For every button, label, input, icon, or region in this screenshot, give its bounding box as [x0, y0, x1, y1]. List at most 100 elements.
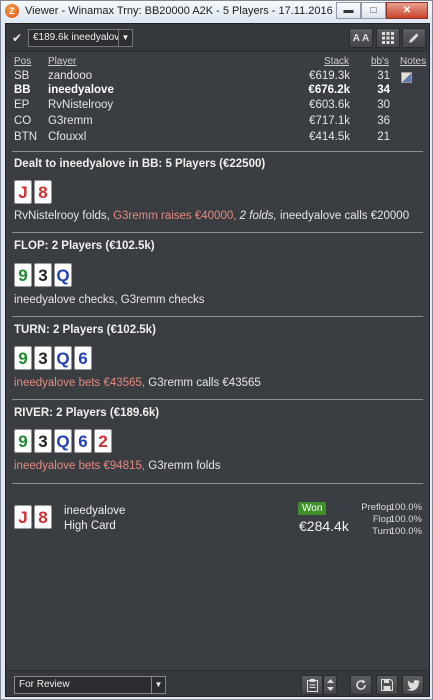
flop-cards: 93Q [14, 263, 72, 287]
title-bar[interactable]: Z Viewer - Winamax Trny: BB20000 A2K - 5… [1, 1, 432, 21]
river-title: RIVER: 2 Players (€189.6k) [14, 407, 160, 419]
river-actions: ineedyalove bets €94815, G3remm folds [14, 460, 221, 472]
stack-header: Stack [324, 56, 350, 67]
action-bet: ineedyalove bets €94815, [14, 460, 146, 472]
action-call: G3remm calls €43565 [148, 377, 261, 389]
player-bbs: 31 [377, 70, 390, 82]
player-header: Player [48, 56, 77, 67]
player-bbs: 30 [377, 99, 390, 111]
player-name: Cfouxxl [48, 131, 87, 143]
playing-card: Q [54, 429, 72, 453]
playing-card: 3 [34, 429, 52, 453]
won-badge: Won [298, 502, 327, 515]
action-raise: G3remm raises €40000, [113, 210, 237, 222]
stat-label: Turn: [372, 526, 394, 537]
chevron-down-icon: ▼ [118, 30, 132, 46]
won-amount: €284.4k [299, 518, 349, 534]
preflop-title: Dealt to ineedyalove in BB: 5 Players (€… [14, 158, 266, 170]
divider [12, 399, 423, 400]
player-row[interactable]: BB ineedyalove €676.2k 34 [14, 84, 422, 100]
account-select[interactable]: €189.6k ineedyalov ▼ [28, 29, 133, 47]
review-status-select[interactable]: For Review ▼ [14, 676, 166, 694]
pos-header: Pos [14, 56, 32, 67]
playing-card: Q [54, 346, 72, 370]
player-row[interactable]: EP RvNistelrooy €603.6k 30 [14, 99, 422, 115]
player-row[interactable]: CO G3remm €717.1k 36 [14, 115, 422, 131]
twitter-share-button[interactable] [402, 675, 424, 695]
playing-card: 8 [34, 180, 52, 204]
player-stack: €414.5k [309, 131, 350, 143]
playing-card: 9 [14, 263, 32, 287]
bbs-header: bb's [371, 56, 390, 67]
stat-label: Preflop: [361, 502, 394, 513]
save-button[interactable] [376, 675, 398, 695]
checkmark-icon[interactable]: ✔ [12, 32, 24, 44]
playing-card: Q [54, 263, 72, 287]
action-call: ineedyalove calls €20000 [279, 210, 410, 222]
floppy-disk-icon [381, 679, 393, 691]
sort-stepper[interactable] [323, 675, 337, 695]
close-icon: ✕ [402, 5, 412, 16]
stat-value: 100.0% [389, 514, 422, 525]
replay-button[interactable] [350, 675, 372, 695]
divider [12, 316, 423, 317]
preflop-actions: RvNistelrooy folds, G3remm raises €40000… [14, 210, 409, 222]
player-pos: EP [14, 99, 30, 111]
river-cards: 93Q62 [14, 429, 112, 453]
player-bbs: 34 [377, 84, 390, 96]
hole-cards: J8 [14, 180, 52, 204]
note-icon[interactable] [401, 72, 412, 83]
player-stack: €619.3k [309, 70, 350, 82]
close-button[interactable]: ✕ [386, 2, 428, 19]
turn-cards: 93Q6 [14, 346, 92, 370]
playing-card: J [14, 505, 32, 529]
player-name: ineedyalove [48, 84, 114, 96]
refresh-icon [356, 679, 366, 690]
divider [12, 151, 423, 152]
player-pos: BTN [14, 131, 37, 143]
winner-name: ineedyalove [64, 505, 126, 517]
player-row[interactable]: BTN Cfouxxl €414.5k 21 [14, 131, 422, 147]
text-size-icon: A A [352, 32, 370, 44]
player-stack: €603.6k [309, 99, 350, 111]
window-title: Viewer - Winamax Trny: BB20000 A2K - 5 P… [25, 5, 364, 17]
player-name: G3remm [48, 115, 93, 127]
maximize-button[interactable]: □ [361, 2, 386, 19]
playing-card: 6 [74, 346, 92, 370]
divider [12, 232, 423, 233]
pencil-icon [409, 33, 419, 43]
player-pos: BB [14, 84, 31, 96]
player-name: RvNistelrooy [48, 99, 114, 111]
twitter-icon [406, 679, 420, 691]
hand-viewer-panel: ✔ €189.6k ineedyalov ▼ A A Pos Player St… [5, 23, 430, 697]
minimize-button[interactable]: ▬ [336, 2, 361, 19]
playing-card: 2 [94, 429, 112, 453]
playing-card: 3 [34, 346, 52, 370]
grid-button[interactable] [376, 28, 400, 48]
flop-title: FLOP: 2 Players (€102.5k) [14, 240, 155, 252]
stat-value: 100.0% [389, 502, 422, 513]
playing-card: 3 [34, 263, 52, 287]
action-fold: G3remm folds [148, 460, 221, 472]
text-size-button[interactable]: A A [349, 28, 373, 48]
playing-card: J [14, 180, 32, 204]
player-stack: €717.1k [309, 115, 350, 127]
account-select-value: €189.6k ineedyalov [33, 32, 120, 43]
turn-actions: ineedyalove bets €43565, G3remm calls €4… [14, 377, 261, 389]
stat-label: Flop: [372, 514, 394, 525]
top-toolbar: ✔ €189.6k ineedyalov ▼ A A [6, 24, 429, 52]
player-pos: CO [14, 115, 32, 127]
clipboard-button[interactable] [301, 675, 323, 695]
maximize-icon: □ [370, 5, 377, 16]
chevron-down-icon: ▼ [151, 677, 165, 693]
hand-rank: High Card [64, 520, 116, 532]
viewer-window: Z Viewer - Winamax Trny: BB20000 A2K - 5… [0, 0, 433, 700]
review-status-value: For Review [19, 679, 70, 690]
divider [12, 483, 423, 484]
minimize-icon: ▬ [343, 5, 354, 16]
playing-card: 8 [34, 505, 52, 529]
playing-card: 9 [14, 346, 32, 370]
player-pos: SB [14, 70, 30, 82]
edit-button[interactable] [402, 28, 426, 48]
playing-card: 9 [14, 429, 32, 453]
